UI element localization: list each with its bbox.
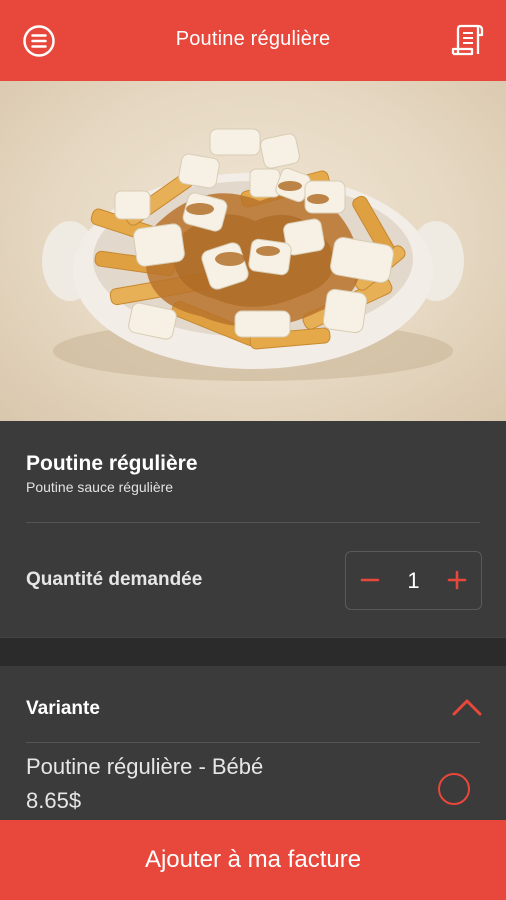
receipt-icon[interactable] xyxy=(449,21,487,59)
add-to-bill-button[interactable]: Ajouter à ma facture xyxy=(0,820,506,900)
product-description: Poutine sauce régulière xyxy=(26,479,174,495)
add-to-bill-label: Ajouter à ma facture xyxy=(144,846,362,873)
divider xyxy=(26,742,480,743)
chevron-up-icon[interactable] xyxy=(450,694,484,720)
plus-icon[interactable] xyxy=(443,566,471,594)
menu-icon[interactable] xyxy=(22,24,56,58)
quantity-label: Quantité demandée xyxy=(26,569,203,590)
poutine-image xyxy=(0,81,506,421)
variant-option-name[interactable]: Poutine régulière - Bébé xyxy=(26,754,263,780)
quantity-value: 1 xyxy=(407,568,420,593)
product-details: Poutine régulière Poutine sauce régulièr… xyxy=(0,421,506,637)
app-header: Poutine régulière xyxy=(0,0,506,81)
page-title: Poutine régulière xyxy=(175,28,331,50)
variant-radio-button[interactable] xyxy=(438,773,470,805)
variant-section-title: Variante xyxy=(26,698,100,719)
variant-option-price: 8.65$ xyxy=(26,788,82,813)
divider xyxy=(26,522,480,523)
minus-icon[interactable] xyxy=(356,566,384,594)
section-separator xyxy=(0,637,506,666)
variant-section: Variante Poutine régulière - Bébé 8.65$ xyxy=(0,666,506,821)
quantity-stepper: 1 xyxy=(345,551,482,610)
product-name: Poutine régulière xyxy=(26,452,198,475)
